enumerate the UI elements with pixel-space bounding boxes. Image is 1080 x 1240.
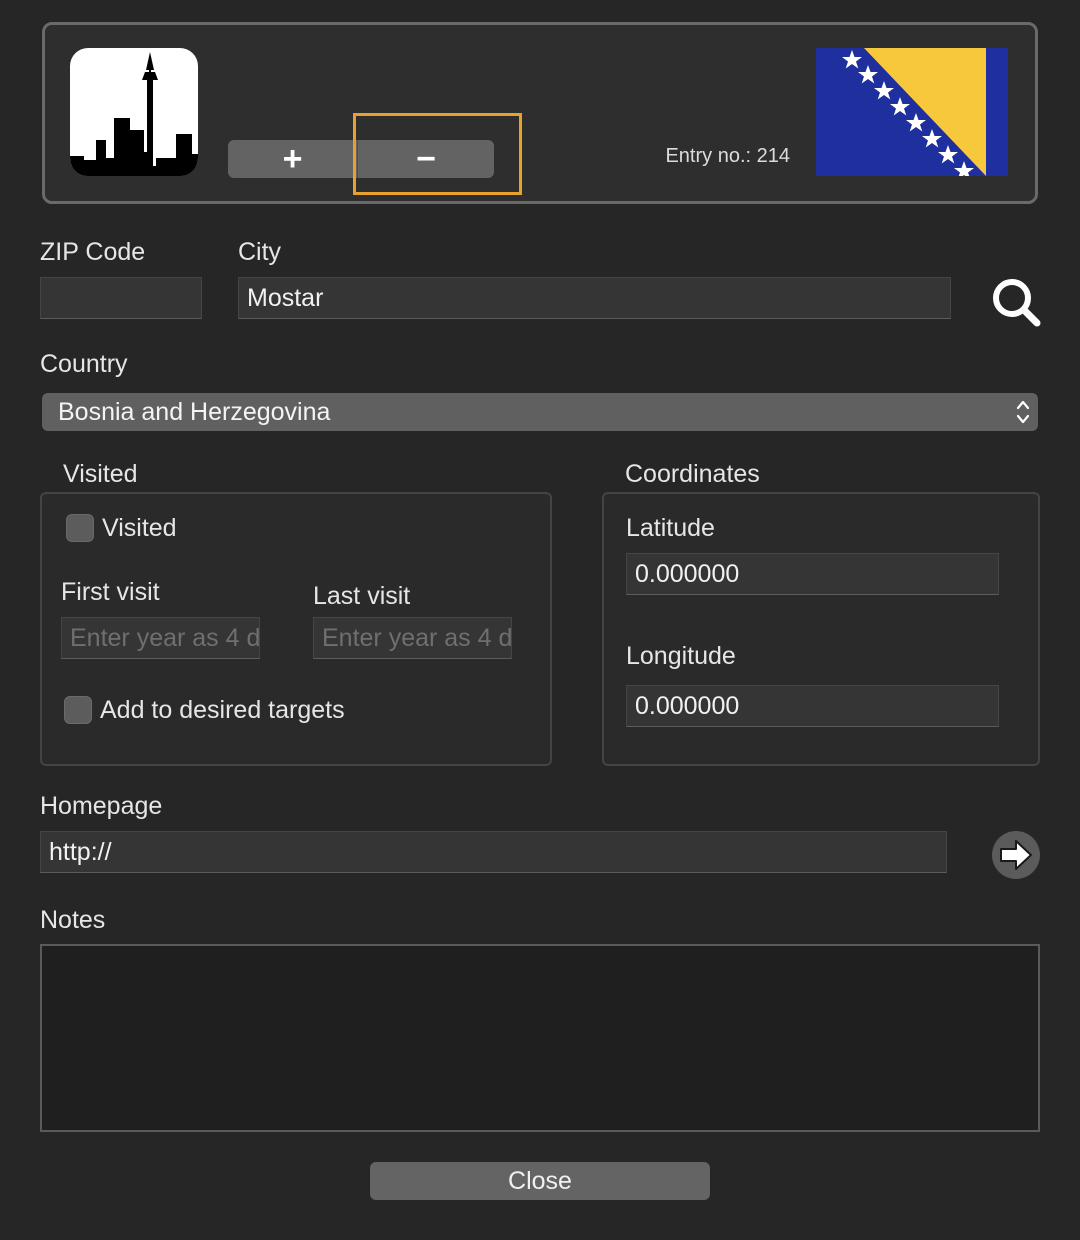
remove-entry-button[interactable]: − xyxy=(358,140,494,178)
city-field[interactable] xyxy=(238,277,951,319)
open-homepage-button[interactable] xyxy=(992,831,1040,879)
city-skyline-icon xyxy=(70,48,198,176)
chevron-up-down-icon xyxy=(1016,400,1030,424)
country-select[interactable]: Bosnia and Herzegovina xyxy=(42,393,1038,431)
coordinates-group-title: Coordinates xyxy=(625,460,760,488)
search-icon[interactable] xyxy=(990,276,1042,328)
entry-number-label: Entry no.: 214 xyxy=(665,145,790,167)
arrow-right-icon xyxy=(1000,840,1032,870)
country-selected-value: Bosnia and Herzegovina xyxy=(58,398,331,426)
zip-code-label: ZIP Code xyxy=(40,238,146,266)
visited-group-title: Visited xyxy=(63,460,138,488)
close-button[interactable]: Close xyxy=(370,1162,710,1200)
city-label: City xyxy=(238,238,282,266)
first-visit-label: First visit xyxy=(61,578,160,606)
homepage-field[interactable] xyxy=(40,831,947,873)
longitude-field[interactable] xyxy=(626,685,999,727)
notes-label: Notes xyxy=(40,906,106,934)
homepage-label: Homepage xyxy=(40,792,163,820)
add-entry-button[interactable]: + xyxy=(228,140,358,178)
bosnia-herzegovina-flag-icon xyxy=(816,48,1008,176)
longitude-label: Longitude xyxy=(626,642,736,670)
desired-targets-checkbox[interactable] xyxy=(64,696,92,724)
latitude-field[interactable] xyxy=(626,553,999,595)
last-visit-label: Last visit xyxy=(313,582,411,610)
last-visit-field[interactable] xyxy=(313,617,512,659)
latitude-label: Latitude xyxy=(626,514,715,542)
desired-targets-label: Add to desired targets xyxy=(100,696,345,724)
zip-code-field[interactable] xyxy=(40,277,202,319)
visited-checkbox-label: Visited xyxy=(102,514,177,542)
visited-checkbox[interactable] xyxy=(66,514,94,542)
notes-textarea[interactable] xyxy=(40,944,1040,1132)
first-visit-field[interactable] xyxy=(61,617,260,659)
country-label: Country xyxy=(40,350,128,378)
